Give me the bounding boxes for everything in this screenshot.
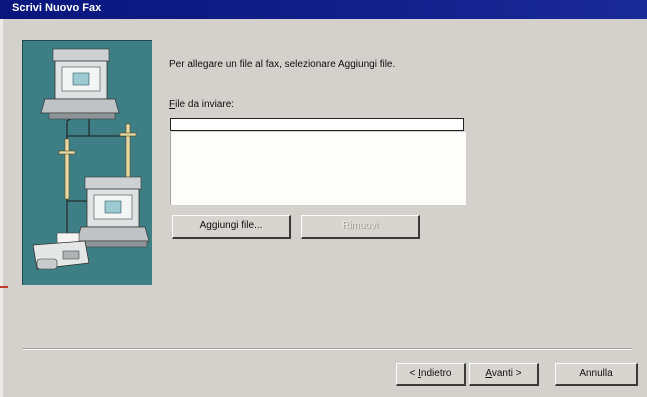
back-button[interactable]: < Indietro [396, 363, 466, 386]
add-file-button[interactable]: Aggiungi file... [172, 215, 291, 239]
window-left-edge [0, 19, 3, 397]
cancel-button[interactable]: Annulla [555, 363, 638, 386]
fax-wizard-window: Scrivi Nuovo Fax Per allegare un file al… [0, 0, 647, 397]
file-input-field[interactable] [170, 118, 464, 131]
fax-network-illustration [22, 40, 152, 285]
file-list-label: File da inviare: [169, 99, 234, 110]
instruction-text: Per allegare un file al fax, selezionare… [169, 59, 396, 70]
button-separator [22, 348, 632, 350]
fax-network-icon [32, 48, 150, 270]
file-label-rest: ile da inviare: [175, 99, 235, 110]
next-button[interactable]: Avanti > [469, 363, 539, 386]
file-list-box[interactable] [170, 132, 466, 205]
remove-file-button[interactable]: Rimuovi [301, 215, 420, 239]
edge-mark [0, 286, 8, 288]
back-label-post: ndietro [420, 368, 452, 379]
add-label-post: giungi file... [211, 220, 263, 231]
window-title: Scrivi Nuovo Fax [12, 2, 102, 14]
next-label-post: vanti > [491, 368, 522, 379]
back-label-pre: < [409, 368, 419, 379]
title-bar[interactable]: Scrivi Nuovo Fax [0, 0, 647, 19]
